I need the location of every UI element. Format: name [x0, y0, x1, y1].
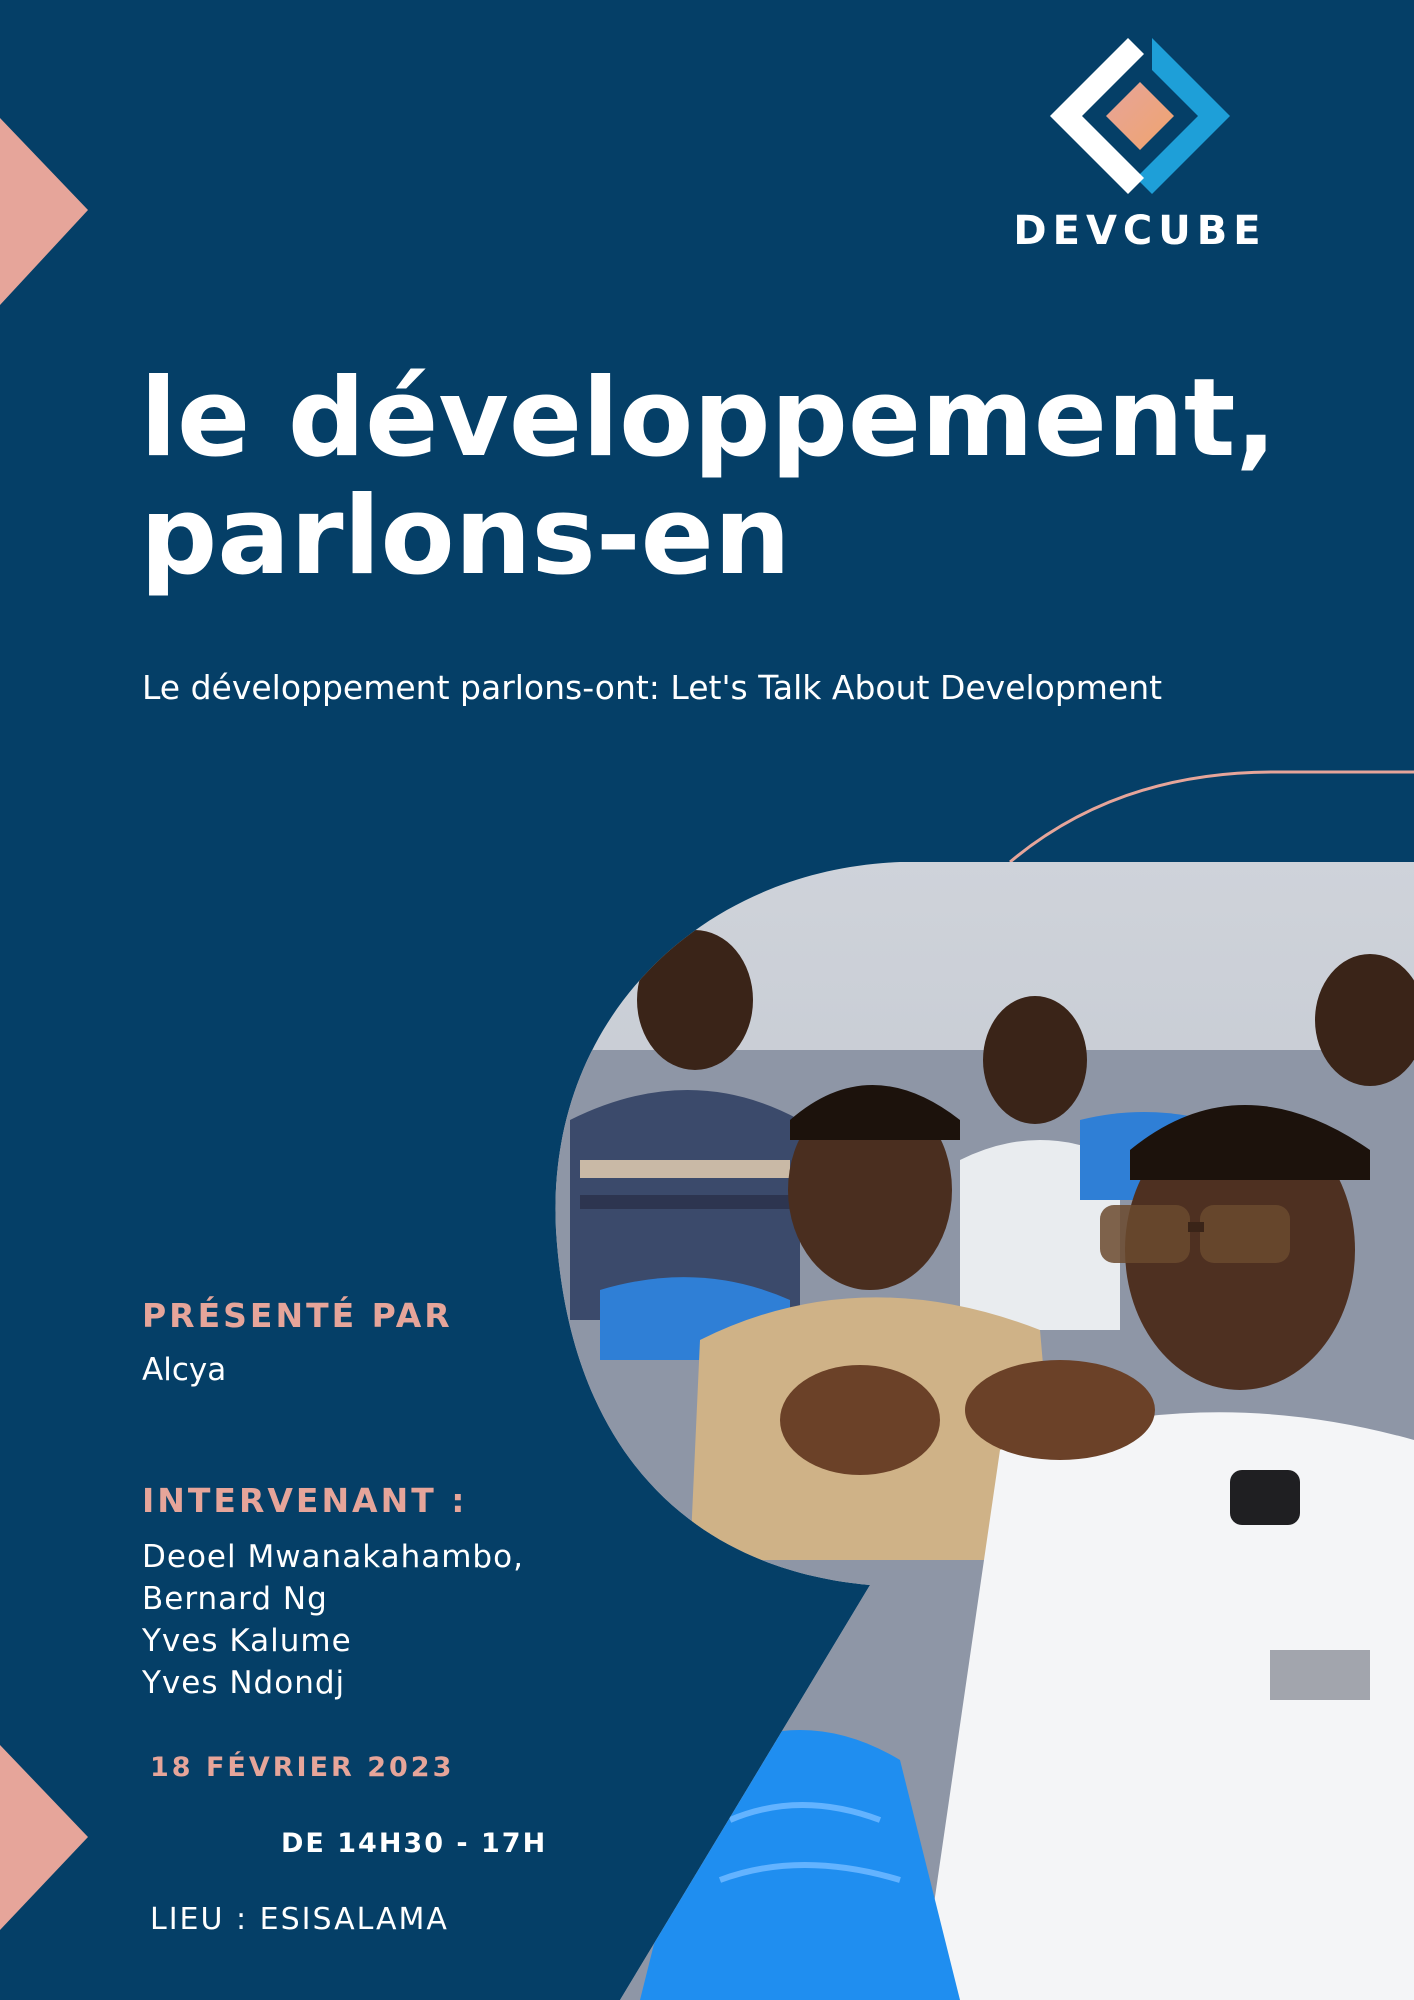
- presenter-name: Alcya: [142, 1352, 227, 1388]
- speakers-list: Deoel Mwanakahambo, Bernard Ng Yves Kalu…: [142, 1536, 524, 1704]
- speaker-name: Bernard Ng: [142, 1581, 328, 1617]
- speaker-name: Yves Ndondj: [142, 1665, 346, 1701]
- presenter-label: PRÉSENTÉ PAR: [142, 1296, 453, 1335]
- event-date: 18 FÉVRIER 2023: [150, 1752, 455, 1783]
- brand-logo: DEVCUBE: [990, 38, 1290, 258]
- nested-diamond-logo-icon: [1050, 38, 1230, 194]
- page-title: le développement, parlons-en: [140, 360, 1340, 596]
- title-line-1: le développement,: [140, 356, 1277, 481]
- speaker-name: Yves Kalume: [142, 1623, 352, 1659]
- event-poster: DEVCUBE le développement, parlons-en Le …: [0, 0, 1414, 2000]
- speaker-name: Deoel Mwanakahambo,: [142, 1539, 524, 1575]
- title-line-2: parlons-en: [140, 474, 791, 599]
- speakers-label: INTERVENANT :: [142, 1481, 468, 1520]
- event-time: DE 14H30 - 17H: [281, 1828, 548, 1859]
- brand-name: DEVCUBE: [1013, 208, 1267, 254]
- event-venue: LIEU : ESISALAMA: [150, 1902, 449, 1937]
- subtitle: Le développement parlons-ont: Let's Talk…: [142, 668, 1163, 707]
